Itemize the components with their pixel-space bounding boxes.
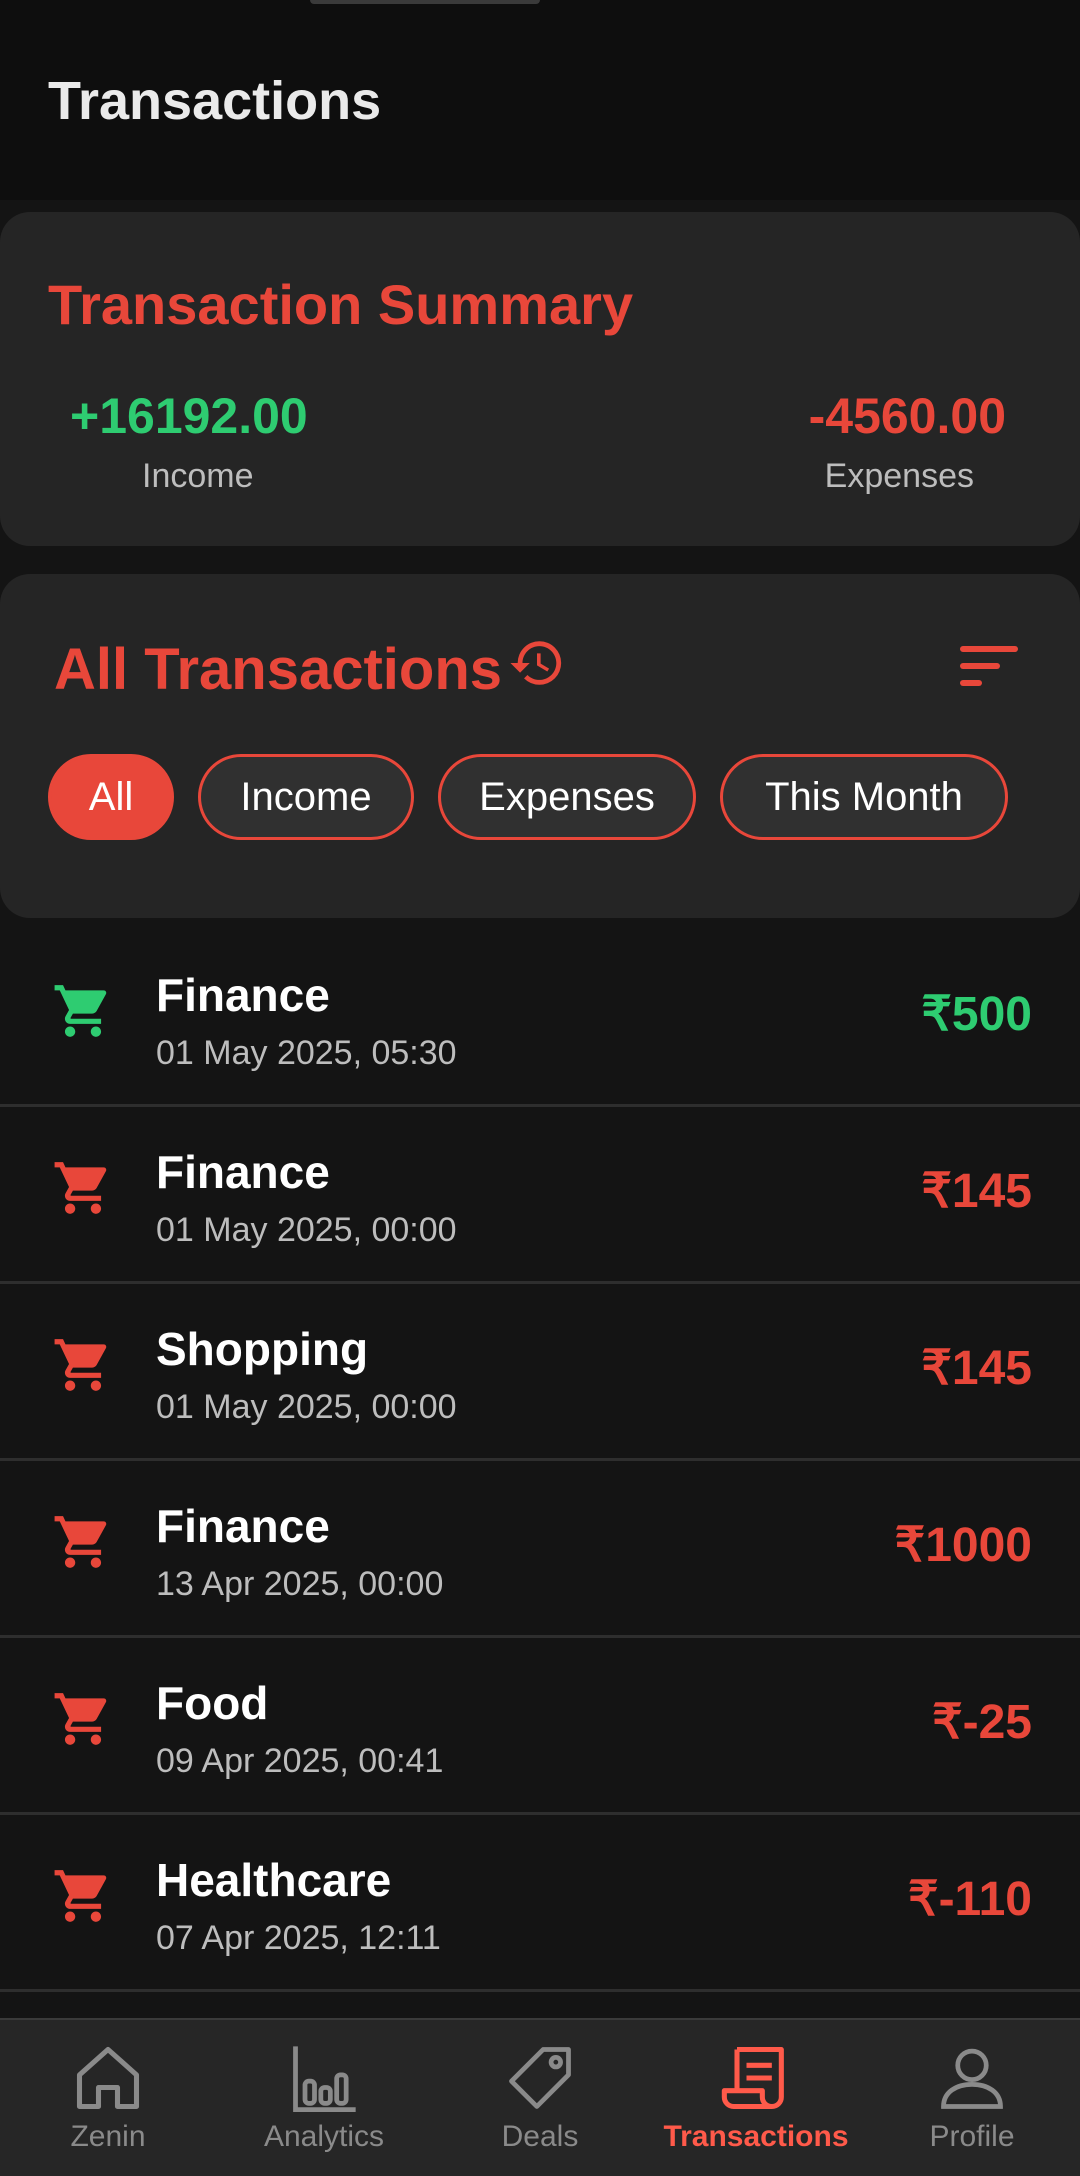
camera-notch — [310, 0, 540, 4]
transaction-amount: ₹145 — [921, 1165, 1032, 1218]
all-transactions-title: All Transactions — [54, 637, 503, 702]
transaction-list: Finance 01 May 2025, 05:30 ₹500 Finance … — [0, 930, 1080, 1992]
app-bar: Transactions — [0, 0, 1080, 200]
transaction-date: 09 Apr 2025, 00:41 — [156, 1742, 444, 1780]
transaction-date: 01 May 2025, 00:00 — [156, 1211, 457, 1249]
expense-label: Expenses — [824, 457, 974, 495]
transaction-row[interactable]: Finance 01 May 2025, 05:30 ₹500 — [0, 930, 1080, 1107]
receipt-icon — [721, 2046, 784, 2110]
transaction-date: 01 May 2025, 05:30 — [156, 1034, 457, 1072]
sort-icon[interactable] — [960, 644, 1018, 688]
history-icon[interactable] — [508, 634, 566, 692]
nav-item-profile[interactable]: Profile — [864, 2020, 1080, 2176]
cart-icon — [54, 1693, 107, 1745]
transaction-row[interactable]: Food 09 Apr 2025, 00:41 ₹-25 — [0, 1638, 1080, 1815]
transaction-amount: ₹1000 — [894, 1519, 1032, 1572]
filter-chip-all[interactable]: All — [48, 754, 174, 840]
transaction-category: Food — [156, 1677, 269, 1729]
bar-chart-icon — [293, 2046, 356, 2113]
income-amount: +16192.00 — [70, 388, 308, 444]
transaction-category: Shopping — [156, 1323, 369, 1375]
filter-chip-expenses[interactable]: Expenses — [438, 754, 696, 840]
nav-label: Analytics — [263, 2120, 385, 2153]
transaction-amount: ₹-110 — [908, 1873, 1032, 1926]
filter-chip-label: All — [88, 774, 134, 819]
cart-icon — [54, 1516, 107, 1568]
cart-icon — [54, 1870, 107, 1922]
transaction-category: Finance — [156, 1146, 330, 1198]
nav-label: Profile — [929, 2120, 1015, 2153]
all-transactions-card: All Transactions All Income Expenses Thi… — [0, 574, 1080, 918]
income-label: Income — [142, 457, 254, 495]
nav-item-transactions[interactable]: Transactions — [648, 2020, 864, 2176]
home-icon — [76, 2046, 140, 2110]
transaction-row[interactable]: Healthcare 07 Apr 2025, 12:11 ₹-110 — [0, 1815, 1080, 1992]
tag-icon — [509, 2047, 571, 2109]
nav-item-analytics[interactable]: Analytics — [216, 2020, 432, 2176]
transaction-date: 07 Apr 2025, 12:11 — [156, 1919, 441, 1957]
nav-item-zenin[interactable]: Zenin — [0, 2020, 216, 2176]
nav-label: Transactions — [663, 2120, 849, 2153]
summary-title: Transaction Summary — [48, 273, 634, 336]
transaction-category: Healthcare — [156, 1854, 392, 1906]
cart-icon — [54, 1339, 107, 1391]
expense-amount: -4560.00 — [808, 388, 1006, 444]
transaction-row[interactable]: Finance 13 Apr 2025, 00:00 ₹1000 — [0, 1461, 1080, 1638]
filter-chip-label: This Month — [765, 774, 963, 819]
transaction-date: 13 Apr 2025, 00:00 — [156, 1565, 444, 1603]
cart-icon — [54, 985, 107, 1037]
filter-chip-this-month[interactable]: This Month — [720, 754, 1008, 840]
nav-label: Zenin — [70, 2120, 146, 2153]
transaction-amount: ₹145 — [921, 1342, 1032, 1395]
filter-chip-label: Income — [240, 774, 372, 819]
person-icon — [941, 2048, 1003, 2109]
cart-icon — [54, 1162, 107, 1214]
filter-chip-income[interactable]: Income — [198, 754, 414, 840]
nav-label: Deals — [501, 2120, 579, 2153]
bottom-navigation: Zenin Analytics Deals Transactions Profi… — [0, 2018, 1080, 2176]
transaction-amount: ₹-25 — [932, 1696, 1032, 1749]
transaction-row[interactable]: Shopping 01 May 2025, 00:00 ₹145 — [0, 1284, 1080, 1461]
transaction-category: Finance — [156, 969, 330, 1021]
page-title: Transactions — [48, 71, 382, 131]
transaction-amount: ₹500 — [921, 988, 1032, 1041]
transaction-summary-card: Transaction Summary +16192.00 Income -45… — [0, 212, 1080, 546]
transaction-row[interactable]: Finance 01 May 2025, 00:00 ₹145 — [0, 1107, 1080, 1284]
transaction-date: 01 May 2025, 00:00 — [156, 1388, 457, 1426]
nav-item-deals[interactable]: Deals — [432, 2020, 648, 2176]
filter-chip-label: Expenses — [479, 774, 655, 819]
transaction-category: Finance — [156, 1500, 330, 1552]
